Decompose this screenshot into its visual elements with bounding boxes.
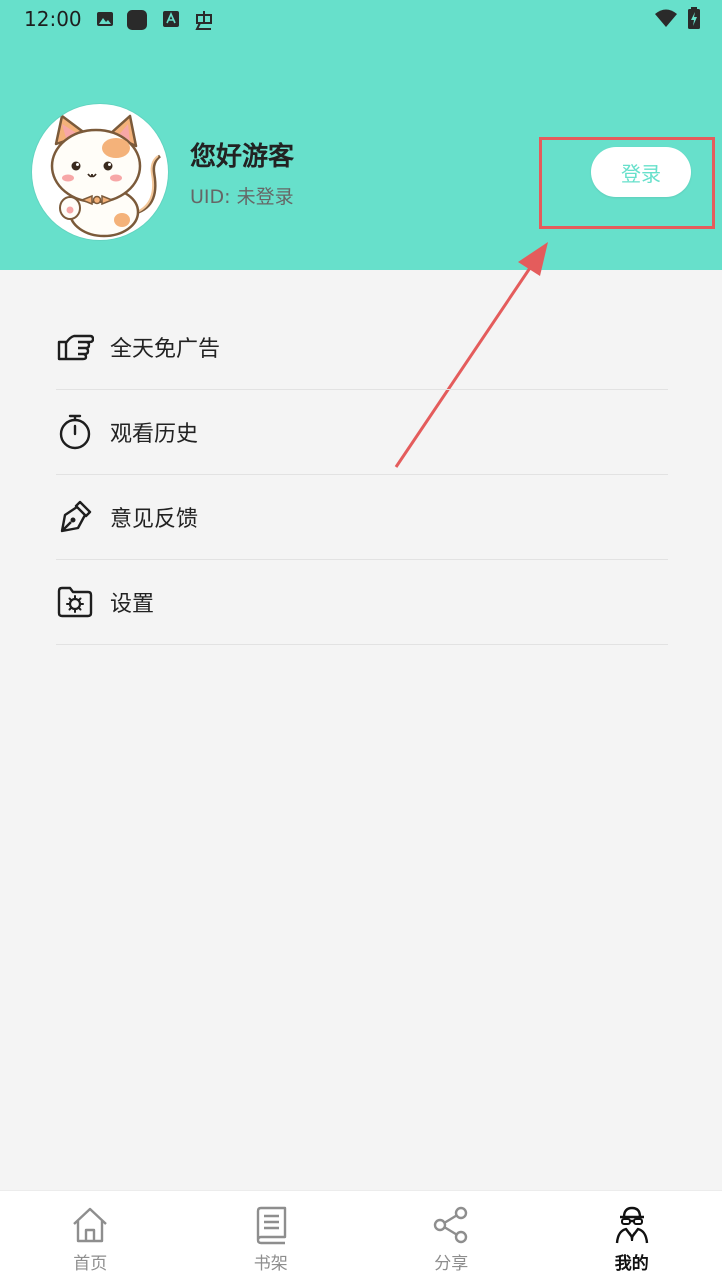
app-notification-icon xyxy=(126,9,148,35)
tab-home[interactable]: 首页 xyxy=(0,1191,181,1281)
tab-mine[interactable]: 我的 xyxy=(542,1191,722,1281)
menu-item-history[interactable]: 观看历史 xyxy=(56,390,668,475)
battery-icon xyxy=(688,7,700,33)
avatar[interactable] xyxy=(32,104,168,240)
uid-label: UID: 未登录 xyxy=(190,182,294,209)
share-icon xyxy=(431,1205,471,1245)
status-time: 12:00 xyxy=(24,7,82,31)
menu-item-label: 全天免广告 xyxy=(110,331,220,363)
tab-label: 首页 xyxy=(73,1249,107,1274)
home-icon xyxy=(70,1205,110,1245)
tab-label: 书架 xyxy=(254,1249,288,1274)
profile-menu: 全天免广告 观看历史 意见反馈 设置 xyxy=(56,305,668,645)
folder-gear-icon xyxy=(56,583,94,621)
menu-item-feedback[interactable]: 意见反馈 xyxy=(56,475,668,560)
bottom-tab-bar: 首页 书架 分享 我的 xyxy=(0,1190,722,1281)
tab-bookshelf[interactable]: 书架 xyxy=(181,1191,362,1281)
profile-header: 12:00 xyxy=(0,0,722,270)
tab-label: 分享 xyxy=(434,1249,468,1274)
tab-label: 我的 xyxy=(615,1249,649,1274)
image-notification-icon xyxy=(95,9,115,33)
cat-avatar-illustration xyxy=(32,104,168,240)
wifi-icon xyxy=(654,8,678,32)
status-bar: 12:00 xyxy=(0,0,722,38)
menu-item-label: 设置 xyxy=(110,586,154,618)
spy-profile-icon xyxy=(612,1205,652,1245)
menu-item-label: 观看历史 xyxy=(110,416,198,448)
menu-item-ad-free[interactable]: 全天免广告 xyxy=(56,305,668,390)
tab-share[interactable]: 分享 xyxy=(361,1191,542,1281)
text-notification-icon xyxy=(162,9,180,33)
greeting-title: 您好游客 xyxy=(190,136,294,173)
menu-item-label: 意见反馈 xyxy=(110,501,198,533)
login-highlight-annotation xyxy=(539,137,715,229)
book-icon xyxy=(251,1205,291,1245)
menu-item-settings[interactable]: 设置 xyxy=(56,560,668,645)
pen-nib-icon xyxy=(56,498,94,536)
bug-notification-icon xyxy=(192,9,216,37)
stopwatch-icon xyxy=(56,413,94,451)
pointing-hand-icon xyxy=(56,328,94,366)
